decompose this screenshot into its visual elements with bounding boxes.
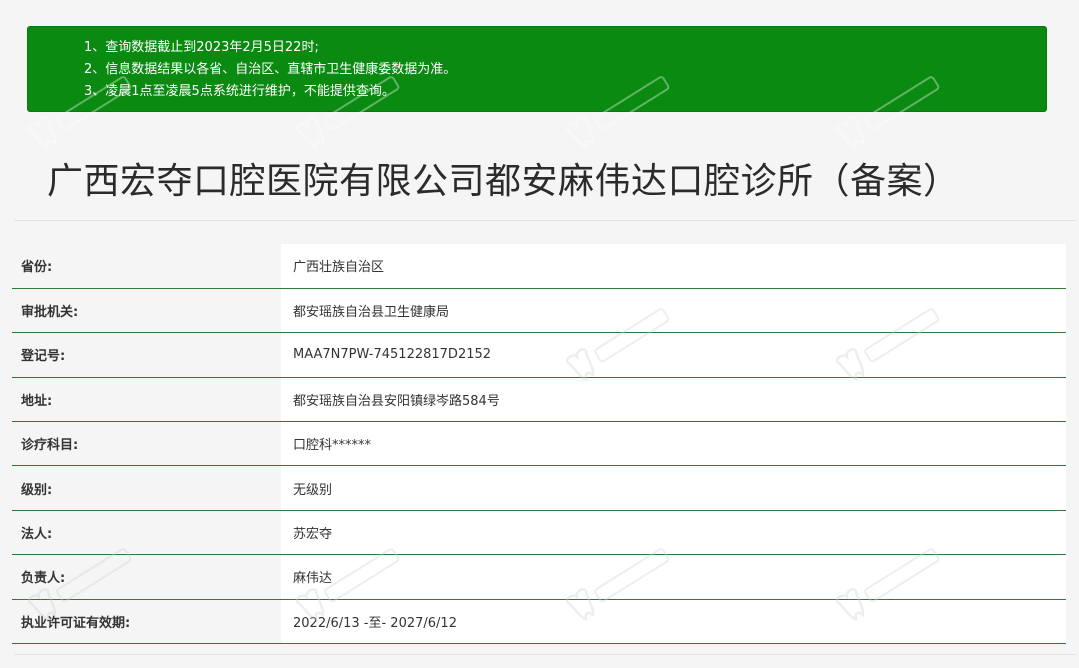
notice-item: 3、凌晨1点至凌晨5点系统进行维护，不能提供查询。 (84, 84, 395, 99)
field-label-registration-number: 登记号: (12, 332, 281, 378)
field-label-license-validity: 执业许可证有效期: (12, 599, 281, 644)
title-divider (14, 220, 1076, 221)
field-value-license-validity: 2022/6/13 -至- 2027/6/12 (281, 599, 1066, 644)
page-title: 广西宏夺口腔医院有限公司都安麻伟达口腔诊所（备案） (47, 161, 960, 202)
field-value-province: 广西壮族自治区 (281, 244, 1066, 289)
field-value-approval-authority: 都安瑶族自治县卫生健康局 (281, 288, 1066, 333)
field-value-address: 都安瑶族自治县安阳镇绿岑路584号 (281, 377, 1066, 422)
table-row: 法人: 苏宏夺 (12, 510, 1066, 555)
table-row: 地址: 都安瑶族自治县安阳镇绿岑路584号 (12, 377, 1066, 422)
table-row: 审批机关: 都安瑶族自治县卫生健康局 (12, 288, 1066, 333)
field-label-province: 省份: (12, 244, 281, 289)
table-row: 登记号: MAA7N7PW-745122817D2152 (12, 332, 1066, 378)
field-label-address: 地址: (12, 377, 281, 422)
field-label-level: 级别: (12, 465, 281, 511)
table-row: 诊疗科目: 口腔科****** (12, 421, 1066, 466)
table-row: 负责人: 麻伟达 (12, 554, 1066, 600)
field-value-legal-person: 苏宏夺 (281, 510, 1066, 555)
notice-item: 1、查询数据截止到2023年2月5日22时; (84, 40, 319, 55)
field-label-person-in-charge: 负责人: (12, 554, 281, 600)
field-value-person-in-charge: 麻伟达 (281, 554, 1066, 600)
field-label-approval-authority: 审批机关: (12, 288, 281, 333)
notice-banner: 1、查询数据截止到2023年2月5日22时; 2、信息数据结果以各省、自治区、直… (27, 26, 1047, 112)
field-value-departments: 口腔科****** (281, 421, 1066, 466)
field-value-level: 无级别 (281, 465, 1066, 511)
table-row: 省份: 广西壮族自治区 (12, 244, 1066, 289)
field-value-registration-number: MAA7N7PW-745122817D2152 (281, 332, 1066, 378)
table-row: 执业许可证有效期: 2022/6/13 -至- 2027/6/12 (12, 599, 1066, 644)
table-row: 级别: 无级别 (12, 465, 1066, 511)
clinic-info-table: 省份: 广西壮族自治区 审批机关: 都安瑶族自治县卫生健康局 登记号: MAA7… (12, 244, 1066, 644)
bottom-divider (14, 654, 1076, 655)
field-label-legal-person: 法人: (12, 510, 281, 555)
field-label-departments: 诊疗科目: (12, 421, 281, 466)
notice-item: 2、信息数据结果以各省、自治区、直辖市卫生健康委数据为准。 (84, 62, 457, 77)
